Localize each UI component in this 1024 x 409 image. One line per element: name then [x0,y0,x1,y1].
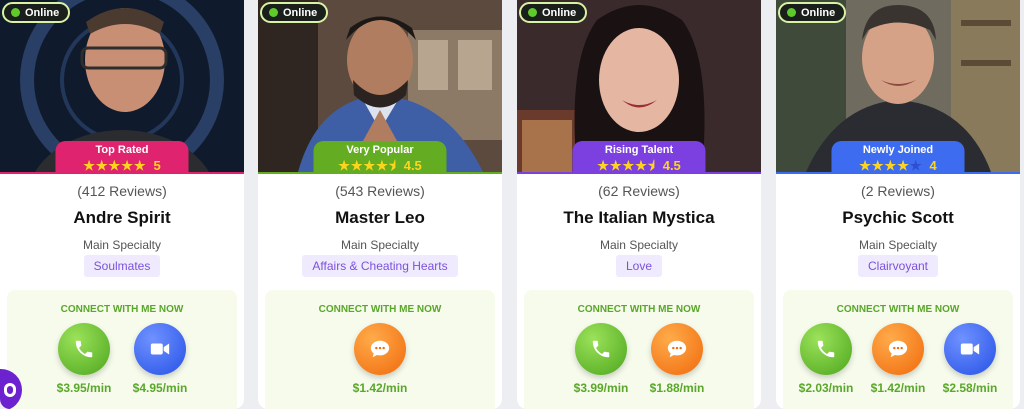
advisor-name[interactable]: Andre Spirit [0,208,244,228]
badge-label: Very Popular [346,144,414,156]
chat-action[interactable]: $1.88/min [650,323,704,395]
advisor-name[interactable]: Psychic Scott [776,208,1020,228]
phone-price: $3.99/min [573,381,629,395]
rating-value: 4 [929,158,937,173]
connect-title: CONNECT WITH ME NOW [836,304,960,315]
card-accent-line [258,172,502,174]
reviews-count[interactable]: (412 Reviews) [0,183,244,199]
chat-price: $1.88/min [649,381,705,395]
rating-value: 4.5 [403,158,422,173]
connect-panel: CONNECT WITH ME NOW $3.99/min $1.88/min [524,290,754,409]
phone-call-button[interactable] [800,323,852,375]
connect-title: CONNECT WITH ME NOW [60,304,184,315]
advisor-badge: Rising Talent ★★★★⯨ 4.5 [572,141,706,174]
specialty-tag: Clairvoyant [857,255,939,277]
advisor-card[interactable]: Online Rising Talent ★★★★⯨ 4.5 (62 Revie… [517,0,761,409]
online-dot-icon [11,8,20,17]
online-status-badge: Online [519,2,588,23]
online-status-badge: Online [778,2,847,23]
video-camera-icon [960,343,980,355]
chat-action[interactable]: $1.42/min [353,323,407,395]
phone-price: $2.03/min [798,381,854,395]
connect-panel: CONNECT WITH ME NOW $3.95/min $4.95/min [7,290,237,409]
online-dot-icon [528,8,537,17]
online-dot-icon [269,8,278,17]
online-status-badge: Online [2,2,71,23]
specialty-tag: Soulmates [83,255,161,277]
card-accent-line [776,172,1020,174]
video-action[interactable]: $4.95/min [133,323,187,395]
advisor-badge: Newly Joined ★★★★★ 4 [831,141,965,174]
connect-title: CONNECT WITH ME NOW [577,304,701,315]
phone-call-button[interactable] [575,323,627,375]
chat-button[interactable] [354,323,406,375]
video-price: $2.58/min [942,381,998,395]
video-action[interactable]: $2.58/min [943,323,997,395]
specialty-label: Main Specialty [340,238,420,252]
badge-label: Newly Joined [862,144,934,156]
specialty-label: Main Specialty [599,238,679,252]
connect-title: CONNECT WITH ME NOW [318,304,442,315]
chat-button[interactable] [651,323,703,375]
phone-icon [75,340,93,358]
reviews-count[interactable]: (62 Reviews) [517,183,761,199]
reviews-count[interactable]: (2 Reviews) [776,183,1020,199]
video-call-button[interactable] [944,323,996,375]
reviews-count[interactable]: (543 Reviews) [258,183,502,199]
chat-bubble-icon [370,340,390,358]
advisor-badge: Top Rated ★★★★★ 5 [55,141,189,174]
phone-action[interactable]: $2.03/min [799,323,853,395]
chat-price: $1.42/min [870,381,926,395]
rating-value: 4.5 [662,158,681,173]
advisor-name[interactable]: The Italian Mystica [517,208,761,228]
advisor-card[interactable]: Online Top Rated ★★★★★ 5 (412 Reviews) A… [0,0,244,409]
specialty-tag: Love [615,255,663,277]
specialty-label: Main Specialty [82,238,162,252]
chat-launcher-icon [4,383,16,397]
advisor-card[interactable]: Online Very Popular ★★★★⯨ 4.5 (543 Revie… [258,0,502,409]
video-price: $4.95/min [132,381,188,395]
chat-button[interactable] [872,323,924,375]
star-rating-icon: ★★★★★ [83,157,147,173]
chat-action[interactable]: $1.42/min [871,323,925,395]
card-accent-line [0,172,244,174]
star-rating-icon: ★★★★⯨ [338,157,397,173]
chat-bubble-icon [888,340,908,358]
specialty-label: Main Specialty [858,238,938,252]
phone-action[interactable]: $3.95/min [57,323,111,395]
specialty-tag: Affairs & Cheating Hearts [302,255,458,277]
phone-price: $3.95/min [56,381,112,395]
video-camera-icon [150,343,170,355]
star-rating-icon: ★★★★⯨ [597,157,656,173]
phone-icon [592,340,610,358]
phone-icon [817,340,835,358]
card-accent-line [517,172,761,174]
phone-action[interactable]: $3.99/min [574,323,628,395]
chat-bubble-icon [667,340,687,358]
advisor-card[interactable]: Online Newly Joined ★★★★★ 4 (2 Reviews) … [776,0,1020,409]
connect-panel: CONNECT WITH ME NOW $1.42/min [265,290,495,409]
connect-panel: CONNECT WITH ME NOW $2.03/min $1.42/min … [783,290,1013,409]
advisor-name[interactable]: Master Leo [258,208,502,228]
badge-label: Top Rated [95,144,149,156]
video-call-button[interactable] [134,323,186,375]
online-dot-icon [787,8,796,17]
star-rating-icon: ★★★★★ [859,157,923,173]
online-status-badge: Online [260,2,329,23]
badge-label: Rising Talent [604,144,674,156]
rating-value: 5 [153,158,161,173]
phone-call-button[interactable] [58,323,110,375]
chat-price: $1.42/min [352,381,408,395]
advisor-badge: Very Popular ★★★★⯨ 4.5 [313,141,447,174]
